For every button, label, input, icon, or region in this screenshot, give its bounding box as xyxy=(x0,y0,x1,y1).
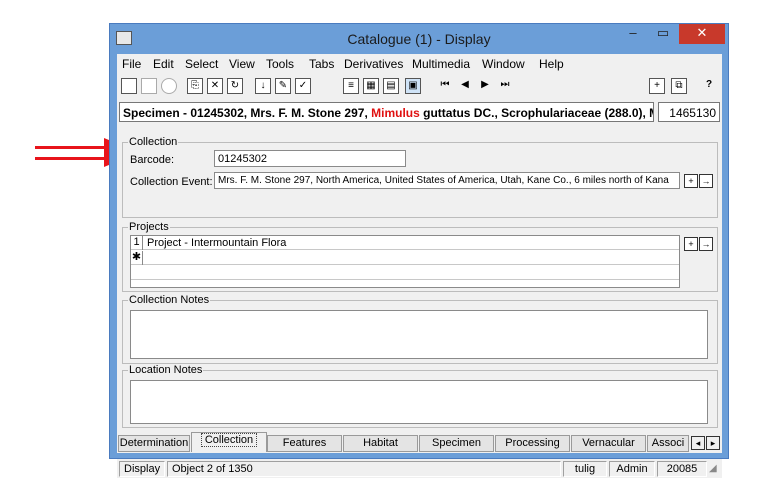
status-mode: Display xyxy=(119,461,165,477)
location-notes-field[interactable] xyxy=(130,380,708,424)
collection-event-attach-button[interactable]: + xyxy=(684,174,698,188)
record-summary-genus: Mimulus xyxy=(371,106,420,120)
tab-specimen[interactable]: Specimen xyxy=(419,435,494,452)
projects-row-number: 1 xyxy=(131,236,143,250)
spellcheck-icon[interactable]: ✓ xyxy=(295,78,311,94)
menu-tools[interactable]: Tools xyxy=(266,57,294,71)
tab-habitat[interactable]: Habitat xyxy=(343,435,418,452)
projects-attach-button[interactable]: + xyxy=(684,237,698,251)
projects-grid[interactable]: 1 Project - Intermountain Flora ✱ xyxy=(130,235,680,288)
projects-row-value[interactable]: Project - Intermountain Flora xyxy=(147,237,286,249)
menu-edit[interactable]: Edit xyxy=(153,57,174,71)
menu-window[interactable]: Window xyxy=(482,57,525,71)
next-record-icon[interactable]: ▶ xyxy=(477,78,493,94)
view-grid-icon[interactable]: ▦ xyxy=(363,78,379,94)
menu-tabs[interactable]: Tabs xyxy=(309,57,334,71)
menu-multimedia[interactable]: Multimedia xyxy=(412,57,470,71)
view-details-icon[interactable]: ▣ xyxy=(405,78,421,94)
tab-scroll-left-icon[interactable]: ◂ xyxy=(691,436,705,450)
projects-row[interactable]: 1 Project - Intermountain Flora xyxy=(131,236,679,250)
projects-open-button[interactable]: → xyxy=(699,237,713,251)
toolbar: ⎘ ✕ ↻ ↓ ✎ ✓ ≡ ▦ ▤ ▣ ⏮ ◀ ▶ ⏭ + ⧉ ? xyxy=(117,74,722,100)
tab-determination[interactable]: Determination xyxy=(118,435,190,452)
previous-record-icon[interactable]: ◀ xyxy=(457,78,473,94)
collection-event-open-button[interactable]: → xyxy=(699,174,713,188)
menu-help[interactable]: Help xyxy=(539,57,564,71)
status-user: tulig xyxy=(563,461,607,477)
tab-collection-label: Collection xyxy=(200,433,258,447)
collection-notes-group: Collection Notes xyxy=(122,294,718,364)
tab-processing[interactable]: Processing xyxy=(495,435,570,452)
tab-collection[interactable]: Collection xyxy=(191,432,267,452)
minimize-button[interactable]: – xyxy=(618,24,648,44)
tab-features[interactable]: Features xyxy=(267,435,342,452)
attach-list-icon[interactable]: ⧉ xyxy=(671,78,687,94)
new-row-marker-icon: ✱ xyxy=(131,251,143,265)
sort-icon[interactable]: ↓ xyxy=(255,78,271,94)
reload-record-icon[interactable]: ↻ xyxy=(227,78,243,94)
record-number: 1465130 xyxy=(658,102,720,122)
location-notes-label: Location Notes xyxy=(128,364,204,376)
projects-empty-row xyxy=(131,266,679,280)
annotation-arrow-collection xyxy=(35,146,115,149)
location-notes-group: Location Notes xyxy=(122,364,718,428)
delete-record-icon[interactable]: ✕ xyxy=(207,78,223,94)
tab-strip: Determination Collection Features Habita… xyxy=(117,432,722,452)
record-summary: Specimen - 01245302, Mrs. F. M. Stone 29… xyxy=(119,102,654,122)
collection-group: Collection Barcode: 01245302 Collection … xyxy=(122,136,718,218)
status-object: Object 2 of 1350 xyxy=(167,461,561,477)
record-summary-pre: Specimen - 01245302, Mrs. F. M. Stone 29… xyxy=(123,106,372,120)
edit-icon[interactable]: ✎ xyxy=(275,78,291,94)
collection-notes-label: Collection Notes xyxy=(128,294,211,306)
context-help-icon[interactable]: ? xyxy=(701,78,717,94)
projects-new-row[interactable]: ✱ xyxy=(131,251,679,265)
annotation-arrow-barcode xyxy=(35,157,115,160)
tab-vernacular[interactable]: Vernacular xyxy=(571,435,646,452)
collection-event-field[interactable]: Mrs. F. M. Stone 297, North America, Uni… xyxy=(214,172,680,189)
cancel-icon[interactable] xyxy=(161,78,177,94)
menu-view[interactable]: View xyxy=(229,57,255,71)
collection-event-label: Collection Event: xyxy=(130,176,213,188)
attach-icon[interactable]: + xyxy=(649,78,665,94)
projects-group: Projects 1 Project - Intermountain Flora… xyxy=(122,221,718,292)
tab-associations[interactable]: Associ xyxy=(647,435,689,452)
menu-file[interactable]: File xyxy=(122,57,141,71)
menu-derivatives[interactable]: Derivatives xyxy=(344,57,403,71)
catalogue-window: Catalogue (1) - Display – ▭ ✕ File Edit … xyxy=(109,23,729,478)
view-list-icon[interactable]: ≡ xyxy=(343,78,359,94)
close-button[interactable]: ✕ xyxy=(679,24,725,44)
tab-scroll-right-icon[interactable]: ▸ xyxy=(706,436,720,450)
barcode-label: Barcode: xyxy=(130,154,175,166)
title-bar[interactable]: Catalogue (1) - Display – ▭ ✕ xyxy=(110,24,728,54)
maximize-button[interactable]: ▭ xyxy=(648,24,678,44)
resize-grip-icon[interactable]: ◢ xyxy=(709,463,721,477)
view-table-icon[interactable]: ▤ xyxy=(383,78,399,94)
status-role: Admin xyxy=(609,461,655,477)
last-record-icon[interactable]: ⏭ xyxy=(497,78,513,94)
status-count: 20085 xyxy=(657,461,707,477)
copy-record-icon[interactable]: ⎘ xyxy=(187,78,203,94)
barcode-field[interactable]: 01245302 xyxy=(214,150,406,167)
projects-group-label: Projects xyxy=(128,221,170,233)
save-icon[interactable] xyxy=(141,78,157,94)
collection-notes-field[interactable] xyxy=(130,310,708,359)
record-summary-post: guttatus DC., Scrophulariaceae (288.0), … xyxy=(419,106,654,120)
new-icon[interactable] xyxy=(121,78,137,94)
menu-bar: File Edit Select View Tools Tabs Derivat… xyxy=(117,54,722,74)
menu-select[interactable]: Select xyxy=(185,57,218,71)
collection-group-label: Collection xyxy=(128,136,179,148)
window-client: File Edit Select View Tools Tabs Derivat… xyxy=(117,54,722,478)
first-record-icon[interactable]: ⏮ xyxy=(437,78,453,94)
